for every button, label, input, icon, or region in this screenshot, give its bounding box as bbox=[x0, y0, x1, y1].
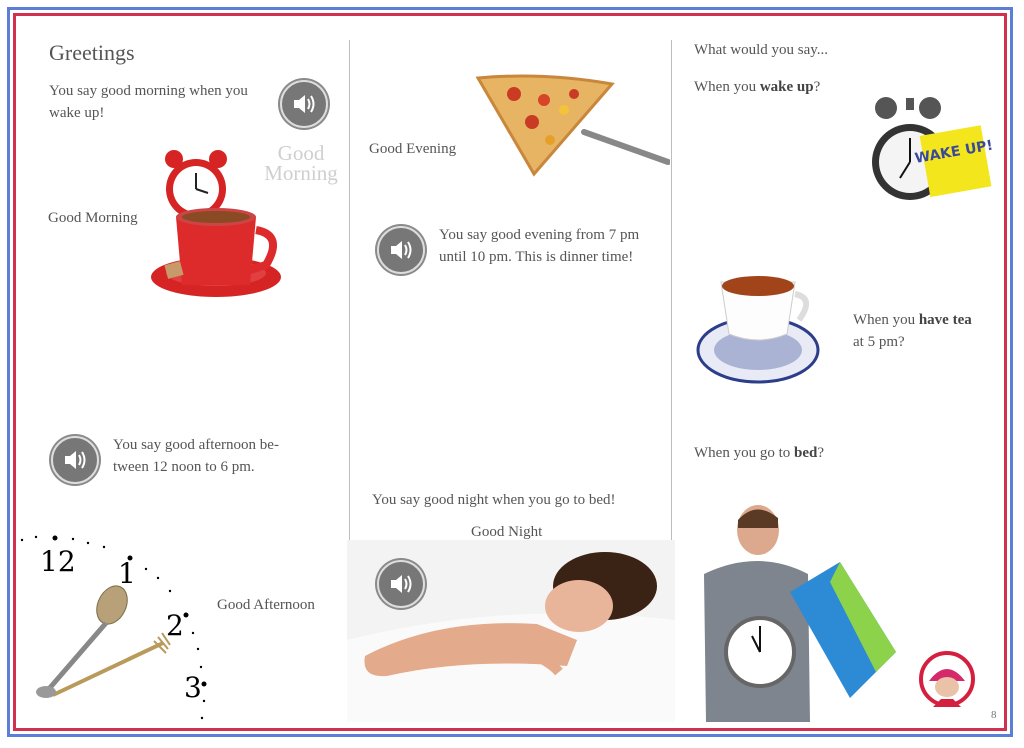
question-keyword: bed bbox=[793, 445, 818, 461]
character-avatar[interactable] bbox=[919, 651, 975, 711]
evening-label: Good Evening bbox=[369, 141, 457, 157]
pizza-slice-image bbox=[475, 74, 670, 177]
speaker-button-morning[interactable] bbox=[280, 80, 328, 128]
clock-spoons-image: 12 1 2 3 bbox=[20, 535, 207, 720]
man-with-pillow-image bbox=[704, 505, 896, 722]
page-number: 8 bbox=[991, 709, 997, 721]
question-wake-up: When you wake up? bbox=[694, 76, 820, 98]
morning-label: Good Morning bbox=[48, 210, 138, 226]
clock-number-1: 1 bbox=[118, 557, 136, 590]
tea-cup-image bbox=[696, 276, 820, 384]
question-text: ? bbox=[813, 79, 821, 95]
clock-number-12: 12 bbox=[40, 545, 76, 578]
quiz-prompt: What would you say... bbox=[694, 42, 829, 58]
page-title: Greetings bbox=[49, 40, 135, 65]
question-text: at 5 pm? bbox=[853, 334, 905, 350]
wake-up-clock-image: WAKE UP! bbox=[872, 97, 994, 200]
question-text: When you go to bbox=[694, 445, 794, 461]
clock-number-3: 3 bbox=[184, 671, 202, 704]
tea-cup-icon bbox=[696, 276, 820, 384]
speaker-button-afternoon[interactable] bbox=[51, 436, 99, 484]
speaker-button-night[interactable] bbox=[377, 560, 425, 608]
speaker-icon bbox=[65, 451, 86, 469]
question-keyword: wake up bbox=[759, 79, 814, 95]
night-description: You say good night when you go to bed! bbox=[372, 492, 616, 508]
question-text: When you bbox=[694, 79, 760, 95]
alarm-clock-and-coffee-image bbox=[151, 150, 281, 297]
question-bed: When you go to bed? bbox=[694, 442, 824, 464]
speaker-icon bbox=[391, 241, 412, 259]
question-have-tea: When you have tea at 5 pm? bbox=[853, 309, 983, 353]
question-text: When you bbox=[853, 312, 919, 328]
pizza-slice-icon bbox=[475, 74, 670, 177]
speaker-icon bbox=[391, 575, 412, 593]
morning-description: You say good morning when you wake up! bbox=[49, 83, 248, 121]
evening-description: You say good evening from 7 pm until 10 … bbox=[439, 227, 640, 265]
afternoon-description: You say good afternoon be-tween 12 noon … bbox=[113, 437, 279, 475]
speaker-icon bbox=[294, 95, 315, 113]
clock-face-icon bbox=[724, 616, 796, 688]
speaker-button-evening[interactable] bbox=[377, 226, 425, 274]
spoons-icon bbox=[36, 585, 171, 698]
person-avatar-icon bbox=[919, 651, 975, 707]
clock-number-2: 2 bbox=[166, 609, 184, 642]
question-keyword: have tea bbox=[918, 312, 972, 328]
coffee-cup-icon bbox=[151, 208, 281, 297]
question-text: ? bbox=[817, 445, 824, 461]
afternoon-label: Good Afternoon bbox=[217, 597, 315, 613]
